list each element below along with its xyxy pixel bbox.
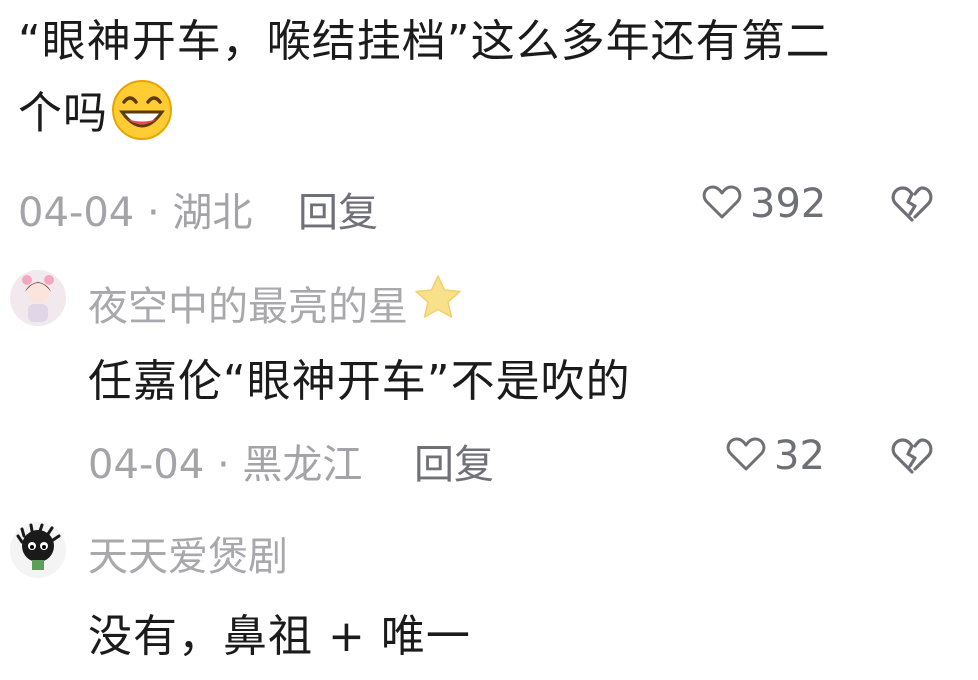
- reply-button[interactable]: 回复: [298, 180, 378, 238]
- meta-separator: ·: [216, 442, 230, 488]
- top-comment-line2: 个吗: [18, 78, 958, 150]
- reply-comment-text: 没有，鼻祖 + 唯一: [88, 611, 471, 662]
- meta-separator: ·: [146, 190, 160, 236]
- like-button[interactable]: 32: [724, 432, 825, 480]
- dislike-button[interactable]: [888, 180, 936, 232]
- top-comment-meta: 04-04 · 湖北: [18, 180, 252, 238]
- avatar[interactable]: [10, 522, 66, 578]
- top-comment-line1: “眼神开车，喉结挂档”这么多年还有第二: [18, 16, 831, 67]
- username[interactable]: 天天爱煲剧: [88, 524, 288, 582]
- top-comment-text: “眼神开车，喉结挂档”这么多年还有第二 个吗: [18, 6, 958, 150]
- reply-button[interactable]: 回复: [414, 432, 494, 490]
- top-comment-line2-text: 个吗: [18, 88, 108, 139]
- comment-date: 04-04: [88, 442, 205, 488]
- avatar[interactable]: [10, 270, 66, 326]
- broken-heart-icon: [888, 432, 936, 484]
- username[interactable]: 夜空中的最亮的星: [88, 274, 408, 332]
- grinning-sweat-emoji-icon: [110, 78, 174, 142]
- like-count: 392: [750, 181, 827, 227]
- like-count: 32: [774, 433, 825, 479]
- reply-meta: 04-04 · 黑龙江: [88, 432, 362, 490]
- star-icon: [412, 272, 464, 334]
- comment-location: 湖北: [172, 190, 253, 236]
- heart-icon: [700, 180, 744, 228]
- broken-heart-icon: [888, 180, 936, 232]
- heart-icon: [724, 432, 768, 480]
- comment-date: 04-04: [18, 190, 135, 236]
- comment-location: 黑龙江: [242, 442, 363, 488]
- dislike-button[interactable]: [888, 432, 936, 484]
- reply-comment-text: 任嘉伦“眼神开车”不是吹的: [88, 356, 631, 407]
- like-button[interactable]: 392: [700, 180, 826, 228]
- username-row[interactable]: 夜空中的最亮的星: [88, 272, 464, 334]
